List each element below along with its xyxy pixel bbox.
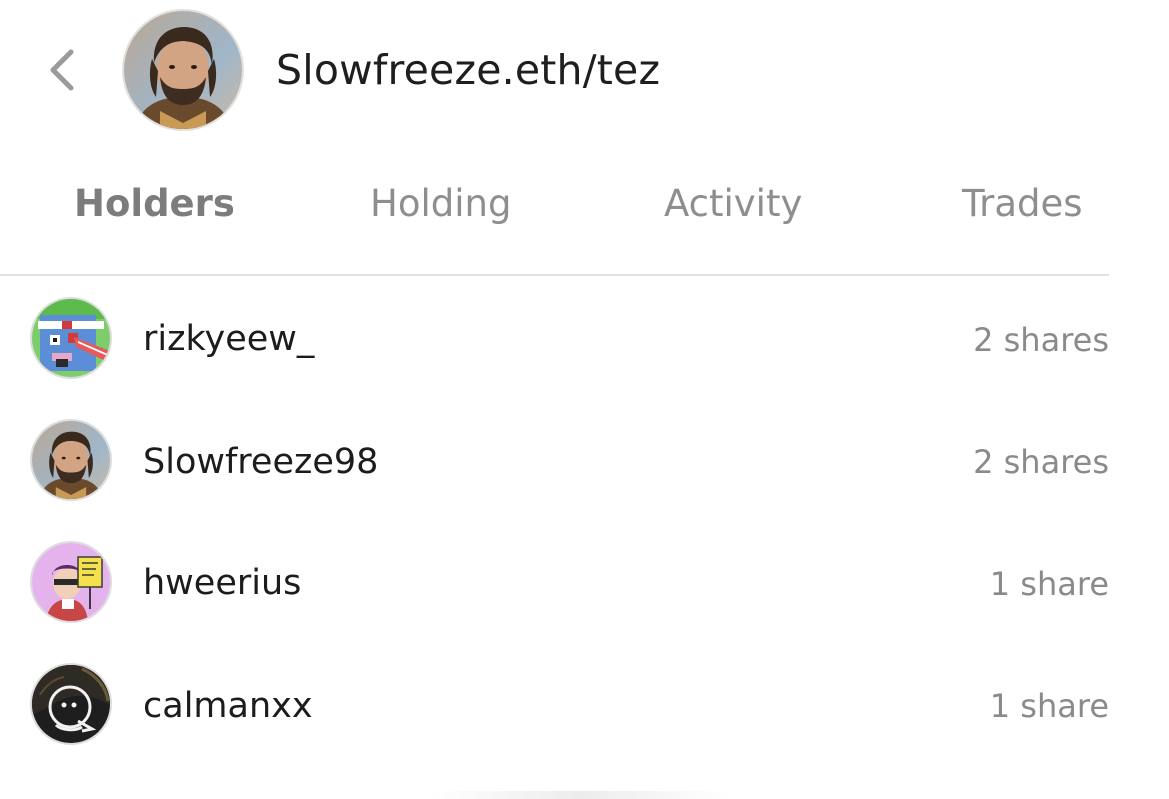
holder-avatar[interactable]: [32, 421, 110, 499]
holder-avatar[interactable]: [32, 299, 110, 377]
tab-holding[interactable]: Holding: [370, 176, 511, 232]
holder-avatar[interactable]: [32, 665, 110, 743]
holder-name[interactable]: calmanxx: [143, 684, 313, 728]
tab-bar: Holders Holding Activity Trades: [0, 176, 1109, 234]
holders-screen: Slowfreeze.eth/tez Holders Holding Activ…: [0, 0, 1169, 799]
holder-name[interactable]: rizkyeew_: [143, 317, 314, 361]
holder-row[interactable]: hweerius 1 share: [0, 522, 1109, 644]
tab-holders[interactable]: Holders: [74, 176, 235, 232]
holder-row[interactable]: Slowfreeze98 2 shares: [0, 400, 1109, 522]
tab-divider: [0, 274, 1109, 276]
chevron-left-icon: [50, 49, 74, 91]
holder-row[interactable]: calmanxx 1 share: [0, 644, 1109, 766]
holder-avatar-image: [32, 543, 110, 621]
profile-avatar[interactable]: [124, 11, 242, 129]
holder-shares: 1 share: [989, 565, 1109, 603]
tab-activity[interactable]: Activity: [664, 176, 802, 232]
holders-list: rizkyeew_ 2 shares Slowfreeze98 2 shares…: [0, 278, 1109, 766]
holder-row[interactable]: rizkyeew_ 2 shares: [0, 278, 1109, 400]
holder-name[interactable]: hweerius: [143, 561, 301, 605]
holder-avatar[interactable]: [32, 543, 110, 621]
back-button[interactable]: [36, 44, 88, 96]
holder-shares: 1 share: [989, 687, 1109, 725]
tab-trades[interactable]: Trades: [962, 176, 1083, 232]
holder-shares: 2 shares: [973, 443, 1109, 481]
holder-shares: 2 shares: [973, 321, 1109, 359]
holder-avatar-image: [32, 299, 110, 377]
holder-avatar-image: [32, 421, 110, 499]
page-title: Slowfreeze.eth/tez: [276, 46, 661, 94]
home-indicator: [430, 791, 730, 799]
profile-avatar-image: [124, 11, 242, 129]
holder-name[interactable]: Slowfreeze98: [143, 440, 378, 484]
holder-avatar-image: [32, 665, 110, 743]
